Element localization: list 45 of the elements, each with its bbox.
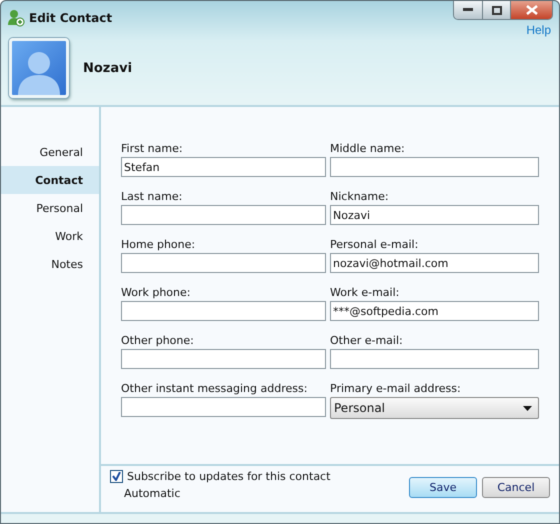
help-link[interactable]: Help [526, 23, 551, 37]
input-field[interactable]: Nozavi [330, 205, 539, 225]
sidebar-item[interactable]: Notes [1, 250, 99, 278]
field-label: Middle name: [330, 142, 406, 155]
window-title: Edit Contact [29, 11, 112, 25]
maximize-icon [492, 6, 502, 14]
sidebar-item[interactable]: Contact [1, 166, 99, 194]
field-label: Nickname: [330, 190, 390, 203]
checkbox[interactable] [110, 470, 123, 483]
sidebar-item[interactable]: Personal [1, 194, 99, 222]
save-button[interactable]: Save [409, 477, 477, 498]
field-label: Other instant messaging address: [121, 382, 308, 395]
field-label: Last name: [121, 190, 184, 203]
cancel-button[interactable]: Cancel [482, 477, 550, 498]
checkbox-label: Subscribe to updates for this contact [127, 470, 330, 483]
input-field[interactable] [330, 157, 539, 177]
input-field[interactable] [121, 253, 326, 273]
field-label: Home phone: [121, 238, 196, 251]
sidebar-item[interactable]: Work [1, 222, 99, 250]
maximize-button[interactable] [482, 1, 510, 19]
field-label: Other phone: [121, 334, 195, 347]
contact-name: Nozavi [83, 60, 132, 76]
input-field[interactable] [121, 349, 326, 369]
field-label: Primary e-mail address: [330, 382, 462, 395]
input-field[interactable] [121, 397, 326, 417]
subscription-note: Automatic [123, 487, 182, 500]
field-label: Other e-mail: [330, 334, 404, 347]
field-label: Personal e-mail: [330, 238, 420, 251]
close-icon [526, 5, 538, 15]
input-field[interactable]: Stefan [121, 157, 326, 177]
input-field[interactable] [121, 301, 326, 321]
sidebar-item[interactable]: General [1, 138, 99, 166]
contact-icon [7, 9, 25, 27]
minimize-button[interactable] [454, 1, 482, 19]
field-label: First name: [121, 142, 184, 155]
minimize-icon [463, 8, 473, 12]
field-label: Work e-mail: [330, 286, 400, 299]
field-label: Work phone: [121, 286, 192, 299]
caret-icon [523, 406, 532, 410]
input-field[interactable] [330, 349, 539, 369]
dropdown-field[interactable]: Personal [330, 397, 539, 419]
input-field[interactable]: ***@softpedia.com [330, 301, 539, 321]
input-field[interactable]: nozavi@hotmail.com [330, 253, 539, 273]
close-button[interactable] [510, 1, 552, 19]
input-field[interactable] [121, 205, 326, 225]
